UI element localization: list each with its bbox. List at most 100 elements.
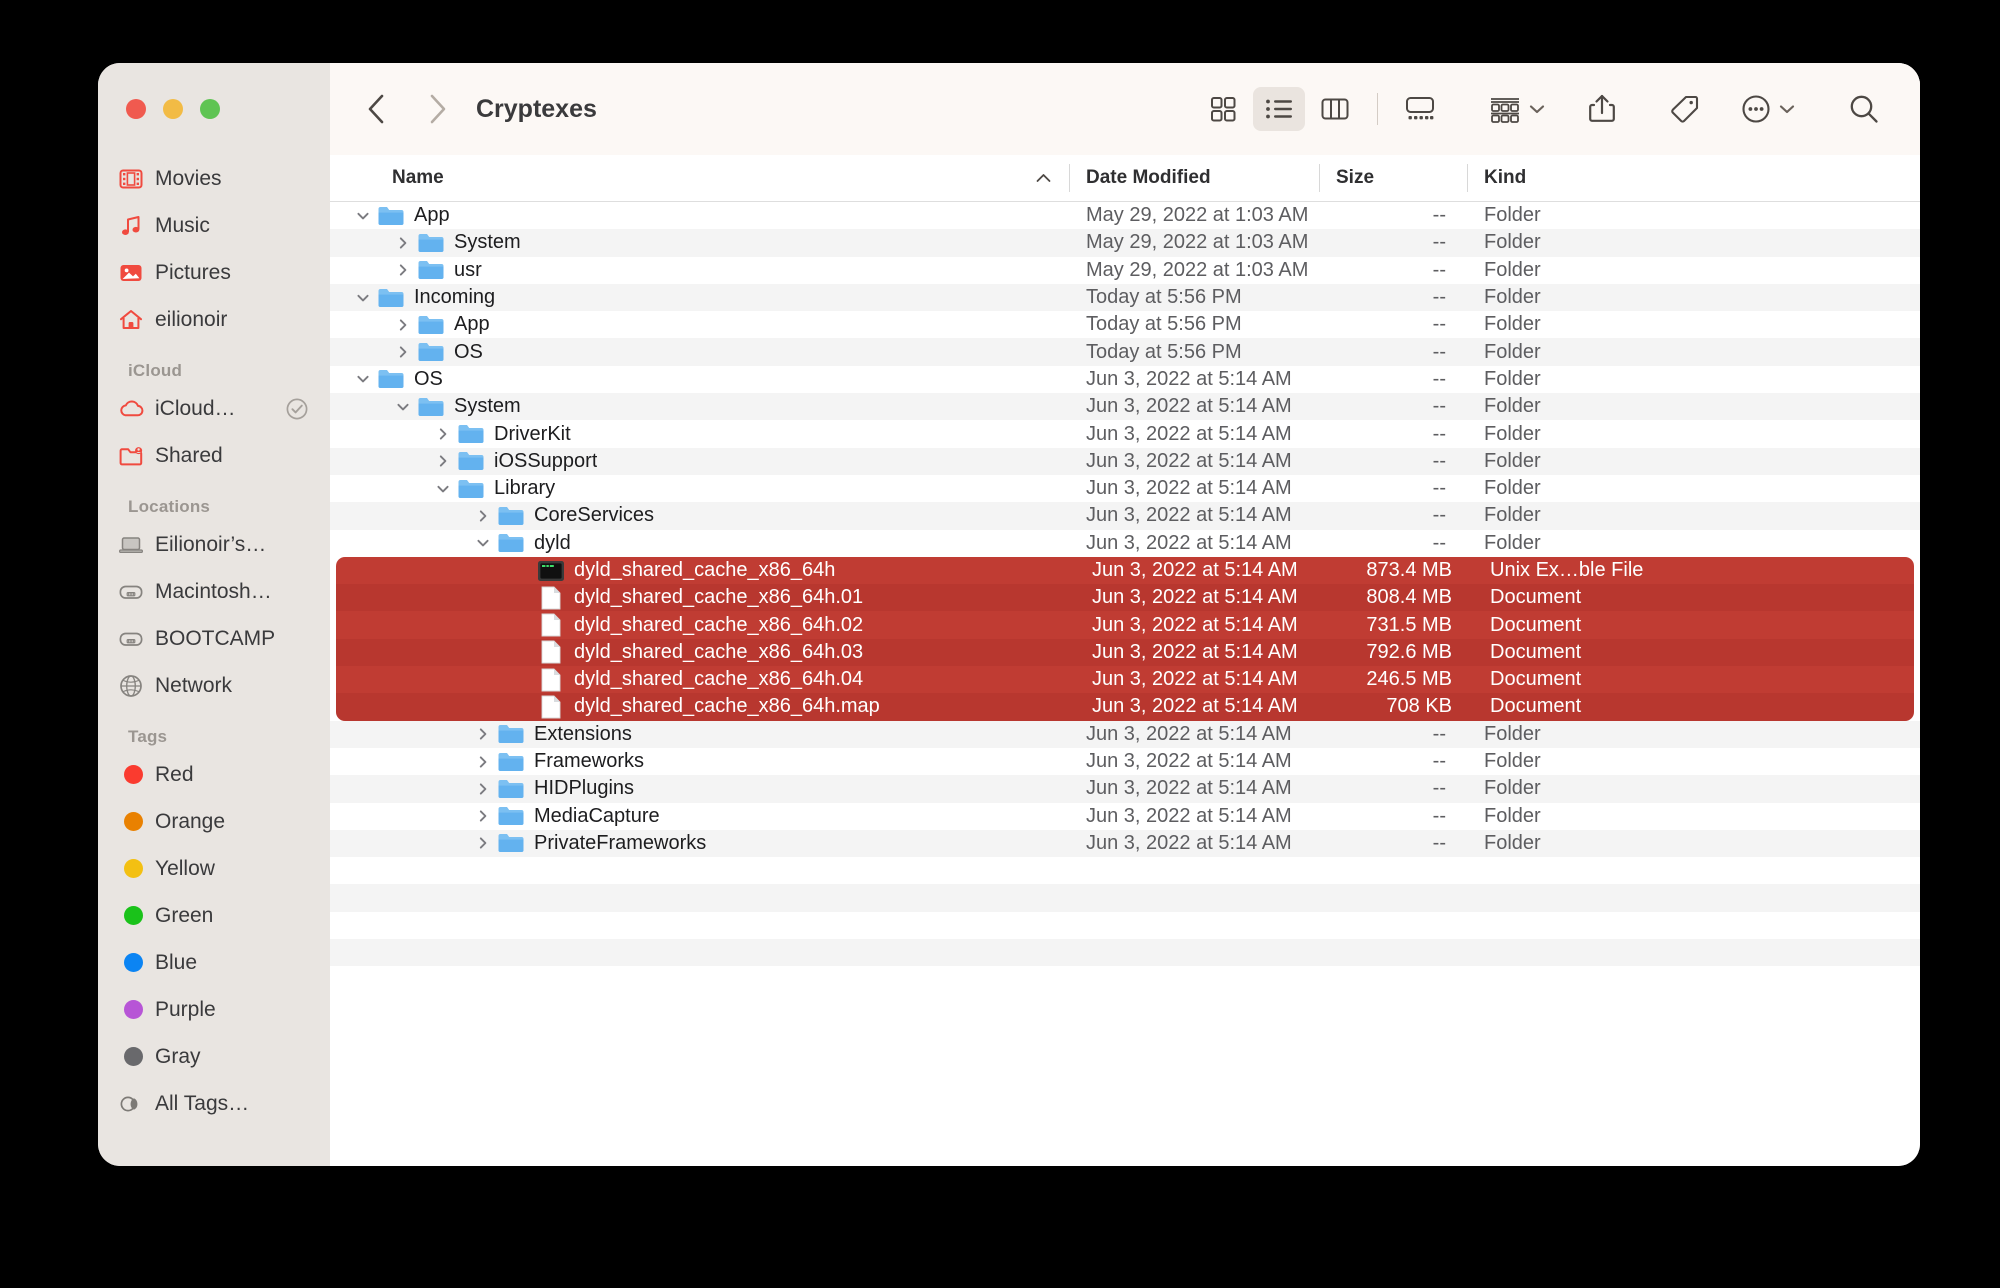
table-row[interactable]: System May 29, 2022 at 1:03 AM -- Folder bbox=[330, 229, 1920, 257]
table-row[interactable]: Frameworks Jun 3, 2022 at 5:14 AM -- Folder bbox=[330, 748, 1920, 775]
more-actions-button[interactable] bbox=[1740, 87, 1796, 131]
cell-kind: Folder bbox=[1484, 477, 1541, 500]
cell-name: Library bbox=[330, 477, 1070, 501]
table-row[interactable]: OS Today at 5:56 PM -- Folder bbox=[330, 338, 1920, 366]
sidebar-all-tags[interactable]: All Tags… bbox=[108, 1080, 320, 1127]
empty-row bbox=[330, 939, 1920, 967]
folder-icon bbox=[378, 370, 404, 389]
column-view-button[interactable] bbox=[1309, 87, 1361, 131]
sidebar-item-favorites-2[interactable]: Pictures bbox=[108, 249, 320, 296]
disclosure-triangle[interactable] bbox=[350, 208, 376, 224]
download-check-icon[interactable] bbox=[284, 396, 310, 422]
minimize-button[interactable] bbox=[163, 99, 183, 119]
disclosure-triangle[interactable] bbox=[390, 399, 416, 415]
cell-name: App bbox=[330, 204, 1070, 228]
group-by-button[interactable] bbox=[1488, 87, 1546, 131]
icon-view-button[interactable] bbox=[1197, 87, 1249, 131]
sidebar-item-icloud-0[interactable]: iCloud… bbox=[108, 385, 320, 432]
table-row[interactable]: MediaCapture Jun 3, 2022 at 5:14 AM -- Fold… bbox=[330, 803, 1920, 830]
table-row-selected[interactable]: dyld_shared_cache_x86_64h.04 Jun 3, 2022 … bbox=[336, 666, 1914, 694]
table-row[interactable]: Extensions Jun 3, 2022 at 5:14 AM -- Folder bbox=[330, 720, 1920, 748]
table-row[interactable]: iOSSupport Jun 3, 2022 at 5:14 AM -- Folder bbox=[330, 447, 1920, 475]
folder-icon bbox=[418, 397, 444, 416]
folder-icon bbox=[496, 722, 526, 746]
disclosure-closed-icon bbox=[479, 783, 487, 795]
column-header-kind[interactable]: Kind bbox=[1468, 155, 1920, 201]
disclosure-triangle[interactable] bbox=[470, 781, 496, 797]
disclosure-triangle[interactable] bbox=[470, 835, 496, 851]
disclosure-triangle[interactable] bbox=[470, 726, 496, 742]
table-row-selected[interactable]: dyld_shared_cache_x86_64h.map Jun 3, 2022… bbox=[336, 693, 1914, 721]
disclosure-triangle[interactable] bbox=[470, 808, 496, 824]
back-button[interactable] bbox=[356, 89, 396, 129]
column-header-date-modified[interactable]: Date Modified bbox=[1070, 155, 1320, 201]
list-view-button[interactable] bbox=[1253, 87, 1305, 131]
folder-icon bbox=[416, 395, 446, 419]
sidebar-item-icloud-1[interactable]: Shared bbox=[108, 432, 320, 479]
disclosure-triangle[interactable] bbox=[430, 426, 456, 442]
table-row-selected[interactable]: dyld_shared_cache_x86_64h.03 Jun 3, 2022 … bbox=[336, 638, 1914, 667]
disclosure-triangle[interactable] bbox=[390, 235, 416, 251]
table-row[interactable]: App May 29, 2022 at 1:03 AM -- Folder bbox=[330, 202, 1920, 229]
disclosure-triangle[interactable] bbox=[470, 508, 496, 524]
share-button[interactable] bbox=[1576, 87, 1628, 131]
search-button[interactable] bbox=[1838, 87, 1890, 131]
sidebar-item-locations-2[interactable]: BOOTCAMP bbox=[108, 615, 320, 662]
column-header-name[interactable]: Name bbox=[330, 155, 1070, 201]
disclosure-triangle[interactable] bbox=[430, 453, 456, 469]
table-row[interactable]: PrivateFrameworks Jun 3, 2022 at 5:14 AM -… bbox=[330, 829, 1920, 858]
sidebar-tag-green[interactable]: Green bbox=[108, 892, 320, 939]
sidebar-tag-purple[interactable]: Purple bbox=[108, 986, 320, 1033]
chevron-up-icon bbox=[1036, 174, 1051, 182]
disclosure-triangle[interactable] bbox=[430, 481, 456, 497]
sidebar-item-favorites-1[interactable]: Music bbox=[108, 202, 320, 249]
disk-icon bbox=[119, 585, 143, 599]
forward-button[interactable] bbox=[418, 89, 458, 129]
sidebar-item-favorites-0[interactable]: Movies bbox=[108, 155, 320, 202]
sidebar-tag-red[interactable]: Red bbox=[108, 751, 320, 798]
tag-button[interactable] bbox=[1658, 87, 1710, 131]
table-row[interactable]: Library Jun 3, 2022 at 5:14 AM -- Folder bbox=[330, 475, 1920, 502]
sidebar-item-locations-0[interactable]: Eilionoir’s… bbox=[108, 521, 320, 568]
cell-date-modified: May 29, 2022 at 1:03 AM bbox=[1086, 204, 1309, 227]
table-row-selected[interactable]: dyld_shared_cache_x86_64h Jun 3, 2022 at … bbox=[336, 556, 1914, 585]
disclosure-triangle[interactable] bbox=[470, 535, 496, 551]
table-row[interactable]: OS Jun 3, 2022 at 5:14 AM -- Folder bbox=[330, 366, 1920, 393]
disclosure-triangle[interactable] bbox=[350, 371, 376, 387]
table-row[interactable]: usr May 29, 2022 at 1:03 AM -- Folder bbox=[330, 257, 1920, 284]
table-row-selected[interactable]: dyld_shared_cache_x86_64h.02 Jun 3, 2022 … bbox=[336, 611, 1914, 639]
column-header-size[interactable]: Size bbox=[1320, 155, 1468, 201]
table-row[interactable]: DriverKit Jun 3, 2022 at 5:14 AM -- Folder bbox=[330, 420, 1920, 447]
sidebar-tag-orange[interactable]: Orange bbox=[108, 798, 320, 845]
disclosure-triangle[interactable] bbox=[470, 754, 496, 770]
table-row[interactable]: App Today at 5:56 PM -- Folder bbox=[330, 311, 1920, 338]
sidebar-item-favorites-3[interactable]: eilionoir bbox=[108, 296, 320, 343]
table-row[interactable]: HIDPlugins Jun 3, 2022 at 5:14 AM -- Folder bbox=[330, 775, 1920, 803]
table-row[interactable]: dyld Jun 3, 2022 at 5:14 AM -- Folder bbox=[330, 530, 1920, 557]
file-name: App bbox=[414, 204, 450, 227]
table-row-selected[interactable]: dyld_shared_cache_x86_64h.01 Jun 3, 2022 … bbox=[336, 584, 1914, 612]
sidebar-tag-gray[interactable]: Gray bbox=[108, 1033, 320, 1080]
cell-kind: Folder bbox=[1484, 422, 1541, 445]
table-row[interactable]: Incoming Today at 5:56 PM -- Folder bbox=[330, 283, 1920, 312]
sidebar-item-locations-1[interactable]: Macintosh… bbox=[108, 568, 320, 615]
disclosure-triangle[interactable] bbox=[350, 290, 376, 306]
finder-toolbar: Cryptexes bbox=[330, 63, 1920, 155]
sidebar-tag-blue[interactable]: Blue bbox=[108, 939, 320, 986]
disclosure-closed-icon bbox=[439, 428, 447, 440]
disclosure-triangle[interactable] bbox=[390, 344, 416, 360]
cell-date-modified: Jun 3, 2022 at 5:14 AM bbox=[1086, 722, 1292, 745]
maximize-button[interactable] bbox=[200, 99, 220, 119]
disclosure-triangle[interactable] bbox=[390, 317, 416, 333]
disclosure-triangle[interactable] bbox=[390, 262, 416, 278]
table-row[interactable]: CoreServices Jun 3, 2022 at 5:14 AM -- Fold… bbox=[330, 502, 1920, 530]
table-row[interactable]: System Jun 3, 2022 at 5:14 AM -- Folder bbox=[330, 393, 1920, 421]
close-button[interactable] bbox=[126, 99, 146, 119]
gallery-view-button[interactable] bbox=[1394, 87, 1446, 131]
sidebar-tag-yellow[interactable]: Yellow bbox=[108, 845, 320, 892]
selected-file-group: dyld_shared_cache_x86_64h Jun 3, 2022 at … bbox=[336, 556, 1914, 721]
cell-size: 808.4 MB bbox=[1366, 586, 1452, 609]
sidebar-item-locations-3[interactable]: Network bbox=[108, 662, 320, 709]
chevron-left-icon bbox=[368, 94, 384, 124]
cell-kind: Folder bbox=[1484, 395, 1541, 418]
